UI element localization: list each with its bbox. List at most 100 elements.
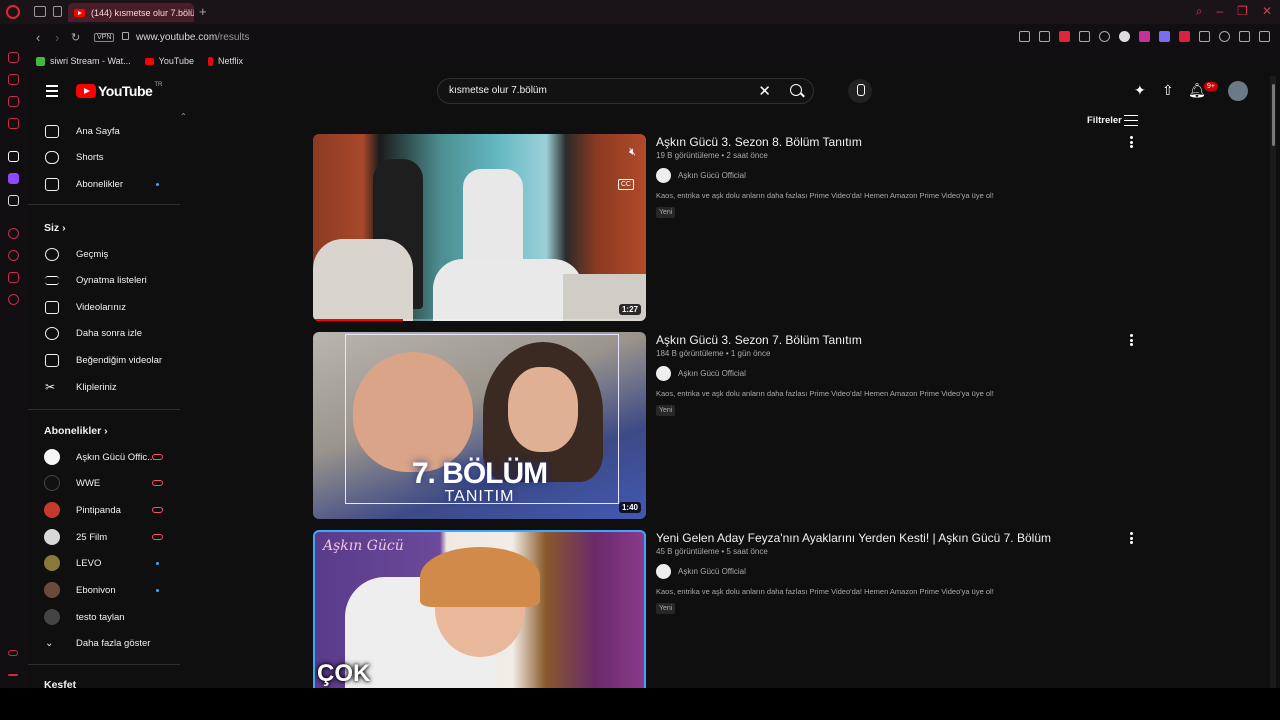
channel-avatar[interactable] xyxy=(656,168,671,183)
bookmark-item[interactable]: YouTube xyxy=(144,56,194,66)
player-icon[interactable] xyxy=(8,96,19,107)
voice-search-button[interactable] xyxy=(848,79,872,103)
more-rail-icon[interactable] xyxy=(8,674,18,676)
sidebar-sub-channel[interactable]: Aşkın Gücü Offic... xyxy=(28,444,180,470)
bookmark-item[interactable]: siwri Stream - Wat... xyxy=(36,56,131,66)
video-thumbnail[interactable]: 7. BÖLÜM TANITIM 1:40 xyxy=(313,332,646,519)
opera-logo-icon[interactable] xyxy=(6,5,20,19)
tab-overview-icon[interactable] xyxy=(34,6,46,17)
history-rail-icon[interactable] xyxy=(8,250,19,261)
video-thumbnail[interactable]: 🔇︎ CC 1:27 xyxy=(313,134,646,321)
account-avatar[interactable] xyxy=(1228,81,1248,101)
chevron-up-icon[interactable]: ⌃ xyxy=(180,112,187,121)
sidebar-sub-channel[interactable]: WWE xyxy=(28,470,180,496)
instagram-icon[interactable] xyxy=(8,118,19,129)
twitch-icon[interactable] xyxy=(8,173,19,184)
filters-button[interactable]: Filtreler xyxy=(1087,115,1122,126)
extension-2-icon[interactable] xyxy=(1139,31,1150,42)
channel-link[interactable]: Aşkın Gücü Official xyxy=(656,564,1126,579)
sidebar-sub-channel[interactable]: testo taylan xyxy=(28,604,180,630)
menu-icon[interactable] xyxy=(1259,31,1270,42)
forward-button[interactable]: › xyxy=(55,30,59,45)
mute-icon[interactable]: 🔇︎ xyxy=(629,146,636,159)
downloads-rail-icon[interactable] xyxy=(8,272,19,283)
sidebar-item-home[interactable]: Ana Sayfa xyxy=(28,118,180,144)
sidebar-item-clips[interactable]: ✂ Klipleriniz xyxy=(28,374,180,400)
subscriptions-section-heading[interactable]: Abonelikler › xyxy=(44,425,108,437)
active-tab[interactable]: (144) kısmetse olur 7.bölü xyxy=(68,3,194,22)
video-result[interactable]: 🔇︎ CC 1:27 Aşkın Gücü 3. Sezon 8. Bölüm … xyxy=(313,134,1143,321)
more-actions-icon[interactable] xyxy=(1130,532,1133,546)
settings-rail-icon[interactable] xyxy=(8,294,19,305)
profile-icon[interactable] xyxy=(1219,31,1230,42)
video-title[interactable]: Aşkın Gücü 3. Sezon 7. Bölüm Tanıtım xyxy=(656,332,1126,348)
sidebar-sub-channel[interactable]: Ebonivon xyxy=(28,577,180,603)
video-result[interactable]: Aşkın Gücü ÇOK Yeni Gelen Aday Feyza'nın… xyxy=(313,530,1143,688)
sidebar-item-shorts[interactable]: Shorts xyxy=(28,144,180,170)
bookmark-icon[interactable] xyxy=(1019,31,1030,42)
download-icon[interactable] xyxy=(1239,31,1250,42)
page-scrollbar[interactable] xyxy=(1270,76,1276,688)
sidebar-sub-channel[interactable]: 25 Film xyxy=(28,524,180,550)
tiktok-icon[interactable] xyxy=(8,151,19,162)
gx-icon[interactable] xyxy=(8,650,18,656)
video-title[interactable]: Aşkın Gücü 3. Sezon 8. Bölüm Tanıtım xyxy=(656,134,1126,150)
sidebar-item-liked-videos[interactable]: Beğendiğim videolar xyxy=(28,347,180,373)
filter-sliders-icon[interactable] xyxy=(1124,115,1138,127)
snapshot-icon[interactable] xyxy=(1039,31,1050,42)
clear-search-icon[interactable]: ✕ xyxy=(758,82,771,100)
channel-link[interactable]: Aşkın Gücü Official xyxy=(656,366,1126,381)
youtube-logo[interactable]: YouTube TR xyxy=(76,82,162,99)
play-icon[interactable] xyxy=(1079,31,1090,42)
scrollbar-thumb[interactable] xyxy=(1272,84,1275,146)
search-icon[interactable] xyxy=(790,84,802,96)
pinned-tab-icon[interactable] xyxy=(53,6,62,17)
bookmark-item[interactable]: Netflix xyxy=(208,56,243,66)
maximize-button[interactable]: ❐ xyxy=(1237,4,1248,19)
sidebar-item-playlists[interactable]: Oynatma listeleri xyxy=(28,267,180,293)
show-more-button[interactable]: ⌄ Daha fazla göster xyxy=(28,630,180,656)
x-icon[interactable] xyxy=(8,195,19,206)
video-thumbnail[interactable]: Aşkın Gücü ÇOK xyxy=(313,530,646,688)
video-result[interactable]: 7. BÖLÜM TANITIM 1:40 Aşkın Gücü 3. Sezo… xyxy=(313,332,1143,519)
more-actions-icon[interactable] xyxy=(1130,334,1133,348)
heart-icon[interactable] xyxy=(1099,31,1110,42)
channel-avatar xyxy=(44,475,60,491)
you-section-heading[interactable]: Siz › xyxy=(44,222,66,234)
ai-icon[interactable] xyxy=(8,228,19,239)
back-button[interactable]: ‹ xyxy=(36,30,40,45)
aria-icon[interactable] xyxy=(8,52,19,63)
sidebar-item-your-videos[interactable]: Videolarınız xyxy=(28,294,180,320)
video-title[interactable]: Yeni Gelen Aday Feyza'nın Ayaklarını Yer… xyxy=(656,530,1126,546)
upload-icon[interactable]: ⇧ xyxy=(1162,82,1174,99)
search-input[interactable]: kısmetse olur 7.bölüm xyxy=(449,85,547,96)
create-icon[interactable]: ✦ xyxy=(1134,82,1146,99)
channel-avatar[interactable] xyxy=(656,564,671,579)
extension-4-icon[interactable] xyxy=(1179,31,1190,42)
new-tab-button[interactable]: + xyxy=(199,4,207,19)
lock-icon[interactable] xyxy=(122,32,129,40)
extension-3-icon[interactable] xyxy=(1159,31,1170,42)
cc-icon[interactable]: CC xyxy=(617,179,634,190)
vpn-badge[interactable]: VPN xyxy=(94,33,115,42)
channel-link[interactable]: Aşkın Gücü Official xyxy=(656,168,1126,183)
sidebar-item-watch-later[interactable]: Daha sonra izle xyxy=(28,320,180,346)
progress-fill xyxy=(313,319,403,321)
search-box[interactable]: kısmetse olur 7.bölüm ✕ xyxy=(437,78,814,104)
channel-avatar[interactable] xyxy=(656,366,671,381)
sidebar-sub-channel[interactable]: LEVO xyxy=(28,550,180,576)
sidebar-item-history[interactable]: Geçmiş xyxy=(28,241,180,267)
search-tabs-icon[interactable]: ⌕ xyxy=(1196,4,1203,19)
minimize-button[interactable]: – xyxy=(1216,4,1223,19)
extension-1-icon[interactable] xyxy=(1119,31,1130,42)
url-field[interactable]: www.youtube.com/results xyxy=(136,32,249,43)
sidebar-item-subscriptions[interactable]: Abonelikler xyxy=(28,171,180,197)
more-actions-icon[interactable] xyxy=(1130,136,1133,150)
close-window-button[interactable]: ✕ xyxy=(1262,4,1272,19)
puzzle-icon[interactable] xyxy=(1199,31,1210,42)
shield-icon[interactable] xyxy=(1059,31,1070,42)
menu-icon[interactable] xyxy=(46,85,58,100)
sidebar-sub-channel[interactable]: Pintipanda xyxy=(28,497,180,523)
reload-button[interactable]: ↻ xyxy=(71,31,80,44)
pinboard-icon[interactable] xyxy=(8,74,19,85)
